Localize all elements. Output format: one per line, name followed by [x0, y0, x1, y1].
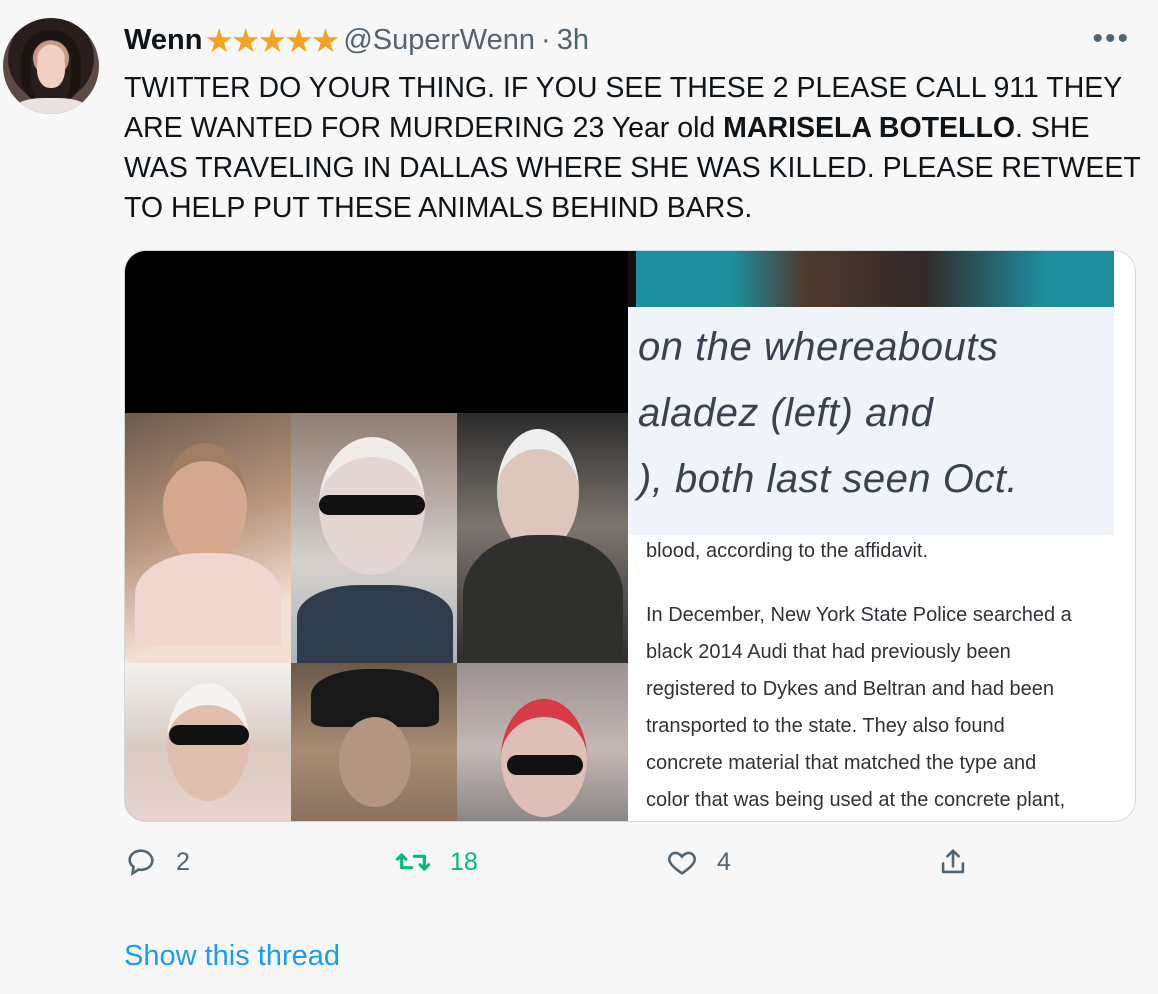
article-line-6: concrete material that matched the type …	[646, 752, 1037, 774]
woman-photo-5	[457, 663, 628, 821]
photo-strip	[636, 251, 1114, 307]
retweet-icon	[394, 845, 432, 879]
show-thread-link[interactable]: Show this thread	[124, 940, 340, 973]
share-icon	[936, 845, 970, 879]
woman-photo-2	[291, 413, 457, 663]
article-line-2: In December, New York State Police searc…	[646, 604, 1072, 626]
quote-line-1: on the whereabouts	[638, 325, 999, 369]
article-line-4: registered to Dykes and Beltran and had …	[646, 678, 1055, 700]
quote-line-3: ), both last seen Oct.	[638, 457, 1019, 501]
tweet-time[interactable]: 3h	[557, 24, 589, 57]
reply-count: 2	[176, 847, 190, 876]
like-count: 4	[717, 847, 731, 876]
retweet-button[interactable]: 18	[394, 845, 478, 879]
quote-line-2: aladez (left) and	[638, 391, 934, 435]
article-line-5: transported to the state. They also foun…	[646, 715, 1005, 737]
photo-grid	[125, 413, 628, 821]
tweet-media[interactable]: on the whereabouts aladez (left) and ), …	[124, 250, 1136, 822]
author-name[interactable]: Wenn	[124, 24, 202, 57]
reply-button[interactable]: 2	[124, 845, 190, 879]
star-icons: ★★★★★	[204, 21, 340, 59]
photo-collage[interactable]	[125, 251, 628, 821]
woman-photo-3	[457, 413, 628, 663]
person-cowboy-hat-photo	[291, 663, 457, 821]
article-line-1: blood, according to the affidavit.	[646, 540, 929, 562]
separator-dot: ·	[541, 23, 551, 56]
victim-name: MARISELA BOTELLO	[723, 112, 1016, 144]
black-area	[125, 251, 628, 413]
author-handle[interactable]: @SuperrWenn	[343, 24, 535, 57]
avatar-face	[37, 48, 65, 88]
tweet-header: Wenn ★★★★★ @SuperrWenn · 3h	[124, 21, 589, 59]
reply-icon	[124, 845, 158, 879]
dark-edge	[628, 251, 636, 307]
woman-photo-4	[125, 663, 291, 821]
article-line-3: black 2014 Audi that had previously been	[646, 641, 1011, 663]
author-avatar[interactable]	[3, 18, 99, 114]
article-text: blood, according to the affidavit. In De…	[646, 533, 1116, 819]
article-line-7: color that was being used at the concret…	[646, 789, 1066, 811]
news-screenshot: on the whereabouts aladez (left) and ), …	[628, 251, 1135, 821]
like-button[interactable]: 4	[665, 845, 731, 879]
heart-icon	[665, 845, 699, 879]
retweet-count: 18	[450, 847, 478, 876]
more-options-icon[interactable]: •••	[1092, 22, 1130, 56]
quote-box: on the whereabouts aladez (left) and ), …	[628, 307, 1114, 535]
share-button[interactable]	[936, 845, 970, 879]
woman-photo-1	[125, 413, 291, 663]
tweet-actions: 2 18 4	[124, 845, 1024, 885]
avatar-shoulder	[13, 98, 89, 114]
tweet-text: TWITTER DO YOUR THING. IF YOU SEE THESE …	[124, 68, 1144, 228]
